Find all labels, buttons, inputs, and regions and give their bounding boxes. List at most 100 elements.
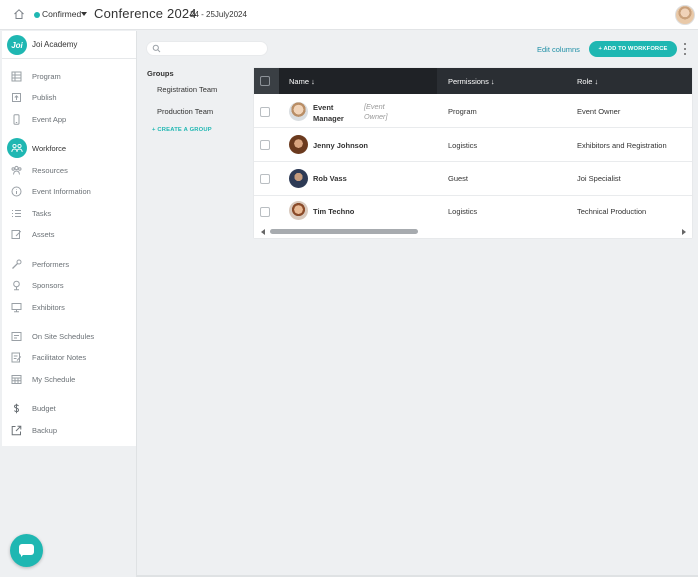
chat-button[interactable]: [10, 534, 43, 567]
sidebar-item-label: My Schedule: [32, 374, 76, 384]
table-row[interactable]: Rob Vass Guest Joi Specialist: [254, 163, 692, 196]
row-checkbox[interactable]: [260, 207, 270, 217]
groups-title: Groups: [147, 69, 174, 78]
sidebar-item-backup[interactable]: Backup: [2, 421, 136, 439]
member-role: Technical Production: [577, 207, 647, 216]
workforce-table: Name ↓ Permissions ↓ Role ↓ Event Manage…: [254, 68, 692, 238]
member-permissions: Logistics: [448, 141, 478, 150]
assets-icon: [11, 229, 22, 239]
member-role: Event Owner: [577, 107, 621, 116]
table-row[interactable]: Jenny Johnson Logistics Exhibitors and R…: [254, 129, 692, 162]
table-row[interactable]: Event Manager [Event Owner] Program Even…: [254, 95, 692, 128]
sidebar-divider: [2, 58, 136, 59]
user-avatar[interactable]: [675, 5, 695, 25]
status-dropdown[interactable]: Confirmed: [42, 9, 81, 19]
row-checkbox[interactable]: [260, 174, 270, 184]
sidebar-item-label: Event App: [32, 114, 67, 124]
member-permissions: Program: [448, 107, 477, 116]
sidebar-item-budget[interactable]: Budget: [2, 399, 136, 417]
sidebar-item-label: Backup: [32, 425, 58, 435]
backup-icon: [11, 425, 22, 435]
column-header-role[interactable]: Role ↓: [577, 77, 598, 86]
exhibitors-icon: [11, 302, 22, 312]
microphone-icon: [12, 259, 22, 269]
home-icon[interactable]: [13, 8, 25, 20]
sidebar-item-on-site-schedules[interactable]: On Site Schedules: [2, 327, 136, 345]
schedule-icon: [11, 374, 22, 384]
sidebar-item-label: On Site Schedules: [32, 331, 95, 341]
search-box[interactable]: [146, 41, 268, 56]
sidebar-item-facilitator-notes[interactable]: Facilitator Notes: [2, 348, 136, 366]
chevron-down-icon[interactable]: [81, 12, 87, 16]
program-icon: [11, 71, 22, 81]
row-checkbox[interactable]: [260, 107, 270, 117]
sidebar-item-event-app[interactable]: Event App: [2, 110, 136, 128]
sidebar-item-exhibitors[interactable]: Exhibitors: [2, 298, 136, 316]
scroll-right-icon[interactable]: [682, 229, 686, 235]
sidebar-item-label: Exhibitors: [32, 302, 65, 312]
sidebar-border: [136, 31, 137, 577]
dollar-icon: [13, 403, 20, 413]
workforce-icon: [7, 138, 27, 158]
sidebar-item-label: Event Information: [32, 186, 91, 196]
sidebar-item-publish[interactable]: Publish: [2, 88, 136, 106]
group-item-registration-team[interactable]: Registration Team: [157, 85, 217, 94]
table-header: Name ↓ Permissions ↓ Role ↓: [254, 68, 692, 94]
sidebar-item-resources[interactable]: Resources: [2, 161, 136, 179]
avatar: [289, 169, 308, 188]
avatar: [289, 201, 308, 220]
member-role: Joi Specialist: [577, 174, 621, 183]
column-header-name[interactable]: Name ↓: [289, 77, 315, 86]
sidebar-item-event-information[interactable]: Event Information: [2, 182, 136, 200]
event-title: Conference 2024: [94, 6, 197, 21]
owner-tag: [Event Owner]: [364, 102, 388, 121]
event-app-icon: [13, 113, 20, 125]
event-dates: 24 - 25July2024: [190, 10, 247, 19]
sidebar-item-assets[interactable]: Assets: [2, 225, 136, 243]
scrollbar-thumb[interactable]: [270, 229, 418, 234]
search-input[interactable]: [164, 43, 264, 54]
member-permissions: Guest: [448, 174, 469, 183]
edit-columns-link[interactable]: Edit columns: [537, 45, 580, 54]
chat-icon: [19, 544, 34, 557]
sidebar-item-label: Facilitator Notes: [32, 352, 87, 362]
column-header-permissions[interactable]: Permissions ↓: [448, 77, 495, 86]
sidebar-item-label: Publish: [32, 92, 57, 102]
sidebar-item-program[interactable]: Program: [2, 67, 136, 85]
tasks-icon: [12, 209, 21, 217]
sidebar-item-label: Performers: [32, 259, 70, 269]
status-dot: [34, 12, 40, 18]
table-row[interactable]: Tim Techno Logistics Technical Productio…: [254, 197, 692, 226]
member-permissions: Logistics: [448, 207, 478, 216]
org-logo: Joi: [7, 35, 27, 55]
member-name[interactable]: Jenny Johnson: [313, 141, 368, 150]
search-icon: [152, 44, 161, 53]
horizontal-scrollbar[interactable]: [254, 226, 692, 238]
more-options-icon[interactable]: [684, 43, 687, 55]
sidebar-item-label: Sponsors: [32, 280, 64, 290]
sidebar-item-tasks[interactable]: Tasks: [2, 204, 136, 222]
publish-icon: [12, 92, 21, 102]
avatar: [289, 135, 308, 154]
row-checkbox[interactable]: [260, 140, 270, 150]
member-name[interactable]: Rob Vass: [313, 174, 347, 183]
onsite-schedules-icon: [11, 331, 22, 341]
org-name[interactable]: Joi Academy: [32, 40, 77, 49]
sidebar-item-my-schedule[interactable]: My Schedule: [2, 370, 136, 388]
sidebar-item-label: Workforce: [32, 143, 67, 153]
select-all-checkbox[interactable]: [260, 76, 270, 86]
sidebar-item-label: Tasks: [32, 208, 52, 218]
member-role: Exhibitors and Registration: [577, 141, 667, 150]
sidebar-item-performers[interactable]: Performers: [2, 255, 136, 273]
scroll-left-icon[interactable]: [261, 229, 265, 235]
sidebar-item-workforce[interactable]: Workforce: [2, 138, 136, 158]
member-name[interactable]: Event Manager: [313, 102, 353, 124]
sidebar: Joi Joi Academy Program Publish Event Ap…: [2, 31, 136, 462]
create-group-link[interactable]: + CREATE A GROUP: [152, 127, 212, 133]
group-item-production-team[interactable]: Production Team: [157, 107, 213, 116]
member-name[interactable]: Tim Techno: [313, 207, 354, 216]
sponsors-icon: [13, 280, 20, 290]
sidebar-item-label: Budget: [32, 403, 56, 413]
sidebar-item-sponsors[interactable]: Sponsors: [2, 276, 136, 294]
add-to-workforce-button[interactable]: + ADD TO WORKFORCE: [589, 41, 677, 57]
